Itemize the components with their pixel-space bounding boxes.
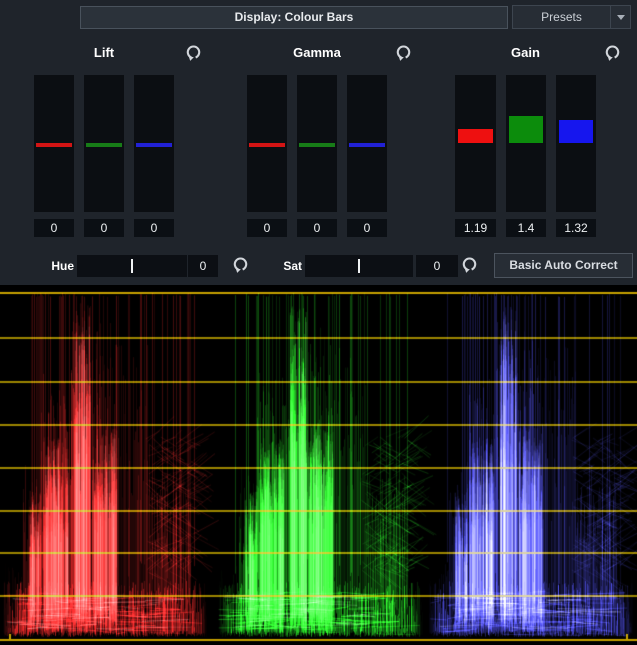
gain-red-handle[interactable] bbox=[458, 129, 493, 143]
gain-red-slider[interactable] bbox=[455, 75, 496, 212]
sat-slider[interactable] bbox=[305, 255, 413, 277]
hue-reset-icon[interactable] bbox=[232, 256, 249, 274]
gain-blue-slider[interactable] bbox=[556, 75, 596, 212]
gamma-green-value[interactable]: 0 bbox=[297, 219, 337, 237]
lift-green-handle[interactable] bbox=[86, 143, 122, 147]
hue-value[interactable]: 0 bbox=[188, 255, 218, 277]
lift-red-value[interactable]: 0 bbox=[34, 219, 74, 237]
gamma-reset-icon[interactable] bbox=[395, 44, 412, 62]
sat-label: Sat bbox=[272, 255, 302, 277]
gain-green-slider[interactable] bbox=[506, 75, 546, 212]
gamma-red-value[interactable]: 0 bbox=[247, 219, 287, 237]
lift-green-value[interactable]: 0 bbox=[84, 219, 124, 237]
gain-red-value[interactable]: 1.19 bbox=[455, 219, 496, 237]
sat-slider-marker[interactable] bbox=[358, 259, 360, 273]
sat-value[interactable]: 0 bbox=[416, 255, 458, 277]
gain-blue-handle[interactable] bbox=[559, 120, 593, 143]
presets-dropdown-button[interactable] bbox=[610, 5, 631, 29]
gain-reset-icon[interactable] bbox=[604, 44, 621, 62]
sat-reset-icon[interactable] bbox=[461, 256, 478, 274]
lift-red-slider[interactable] bbox=[34, 75, 74, 212]
gamma-blue-slider[interactable] bbox=[347, 75, 387, 212]
gain-blue-value[interactable]: 1.32 bbox=[556, 219, 596, 237]
lift-blue-value[interactable]: 0 bbox=[134, 219, 174, 237]
rgb-waveform-scope bbox=[0, 285, 637, 645]
colour-correct-panel: Display: Colour Bars Presets Lift Gamma … bbox=[0, 0, 637, 645]
lift-reset-icon[interactable] bbox=[185, 44, 202, 62]
gamma-blue-value[interactable]: 0 bbox=[347, 219, 387, 237]
lift-red-handle[interactable] bbox=[36, 143, 72, 147]
lift-section-label: Lift bbox=[34, 45, 174, 60]
basic-auto-correct-button[interactable]: Basic Auto Correct bbox=[494, 253, 633, 278]
gamma-green-slider[interactable] bbox=[297, 75, 337, 212]
gain-green-value[interactable]: 1.4 bbox=[506, 219, 546, 237]
gamma-blue-handle[interactable] bbox=[349, 143, 385, 147]
gain-section-label: Gain bbox=[455, 45, 596, 60]
gain-green-handle[interactable] bbox=[509, 116, 543, 143]
lift-blue-slider[interactable] bbox=[134, 75, 174, 212]
lift-blue-handle[interactable] bbox=[136, 143, 172, 147]
hue-label: Hue bbox=[38, 255, 74, 277]
gamma-red-slider[interactable] bbox=[247, 75, 287, 212]
hue-slider-marker[interactable] bbox=[131, 259, 133, 273]
gamma-section-label: Gamma bbox=[247, 45, 387, 60]
presets-button-group: Presets bbox=[512, 5, 631, 29]
caret-down-icon bbox=[617, 15, 625, 20]
presets-button[interactable]: Presets bbox=[512, 5, 611, 29]
lift-green-slider[interactable] bbox=[84, 75, 124, 212]
gamma-red-handle[interactable] bbox=[249, 143, 285, 147]
hue-slider[interactable] bbox=[77, 255, 187, 277]
gamma-green-handle[interactable] bbox=[299, 143, 335, 147]
display-toggle-button[interactable]: Display: Colour Bars bbox=[80, 6, 508, 29]
